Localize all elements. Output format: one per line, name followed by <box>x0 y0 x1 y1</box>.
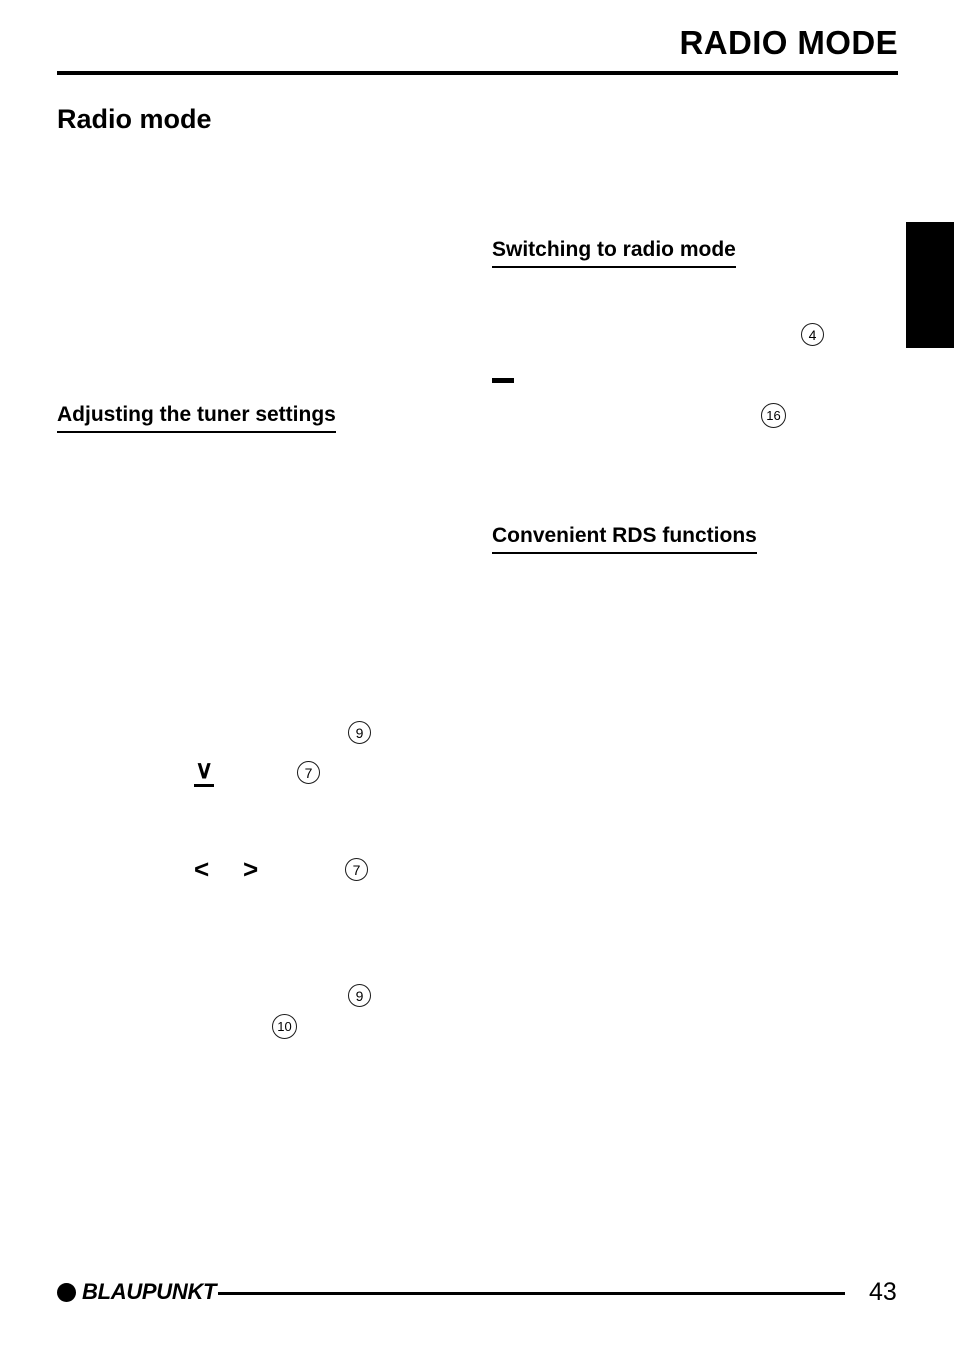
bar-button-glyph-icon <box>492 378 514 383</box>
footer-rule <box>218 1292 845 1295</box>
page-number: 43 <box>869 1278 897 1306</box>
manual-page: RADIO MODE Radio mode Switching to radio… <box>0 0 954 1349</box>
brand-logo: BLAUPUNKT <box>57 1281 216 1303</box>
down-button-glyph-icon: ∨ <box>194 758 215 787</box>
reference-callout-16: 16 <box>761 403 786 428</box>
header-rule <box>57 71 898 75</box>
page-title: Radio mode <box>57 104 212 135</box>
chapter-thumb-tab <box>906 222 954 348</box>
reference-callout-9-lower: 9 <box>348 984 371 1007</box>
reference-callout-4: 4 <box>801 323 824 346</box>
reference-callout-7-lower: 7 <box>345 858 368 881</box>
right-button-glyph-icon: > <box>243 854 259 884</box>
left-button-glyph-icon: < <box>194 854 210 884</box>
reference-callout-7-upper: 7 <box>297 761 320 784</box>
section-heading-adjusting-tuner-settings: Adjusting the tuner settings <box>57 403 336 433</box>
section-heading-convenient-rds-functions: Convenient RDS functions <box>492 524 757 554</box>
brand-name: BLAUPUNKT <box>82 1279 217 1304</box>
section-heading-switching-to-radio-mode: Switching to radio mode <box>492 238 736 268</box>
brand-dot-icon <box>57 1282 76 1302</box>
reference-callout-10: 10 <box>272 1014 297 1039</box>
running-head: RADIO MODE <box>679 24 898 61</box>
reference-callout-9-upper: 9 <box>348 721 371 744</box>
